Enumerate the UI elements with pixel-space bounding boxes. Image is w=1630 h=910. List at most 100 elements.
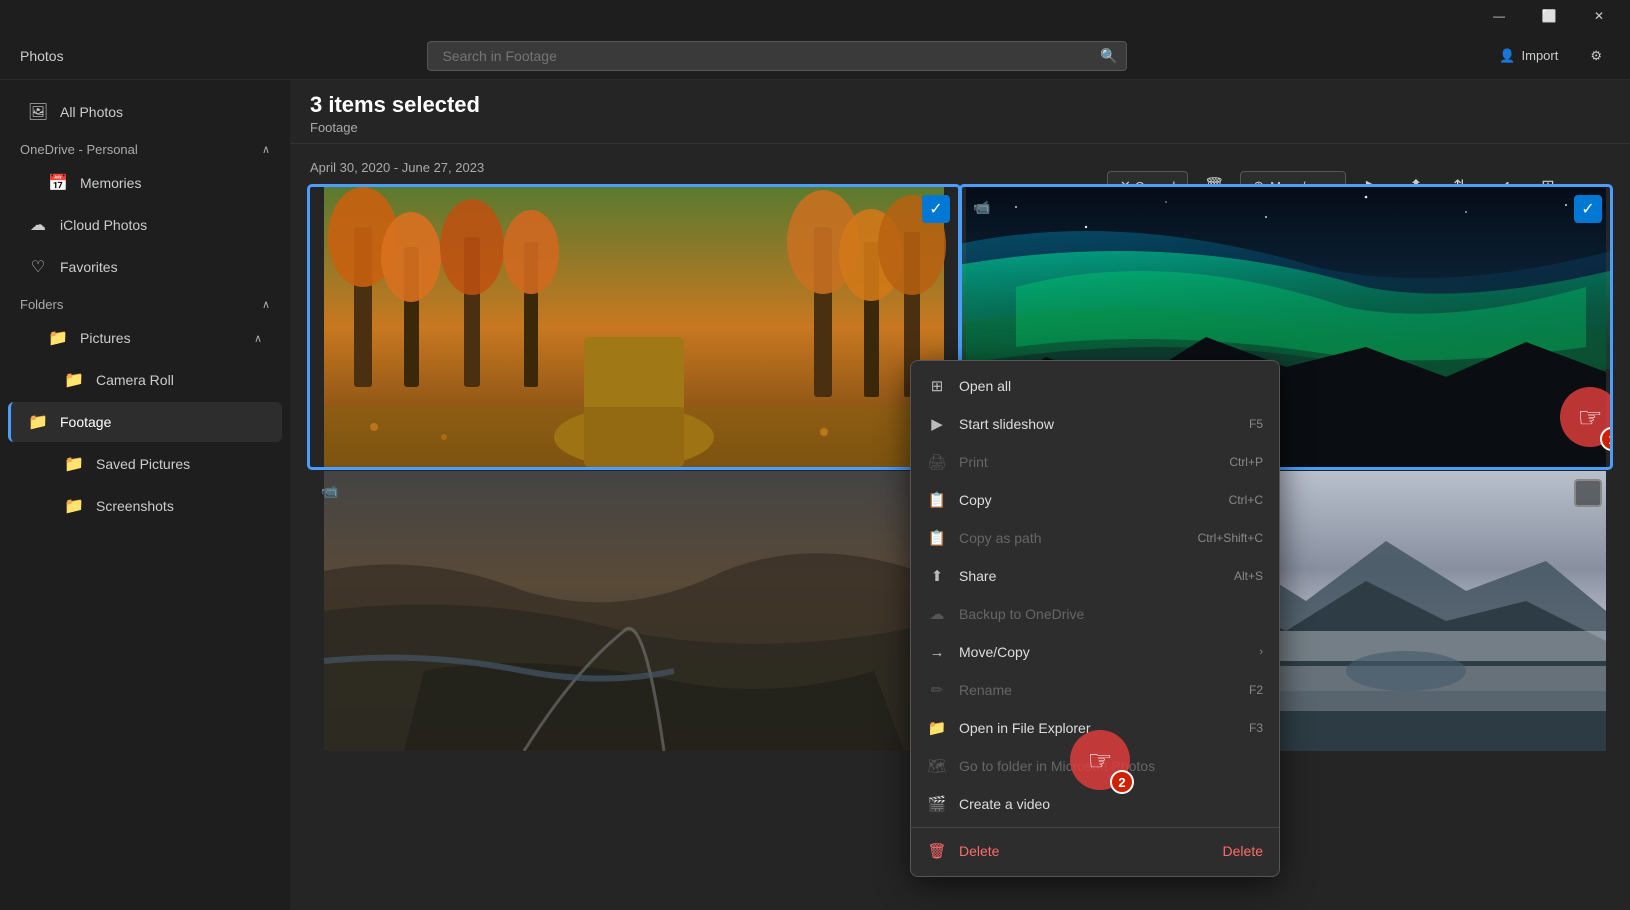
maximize-button[interactable]: ⬜ [1526, 0, 1572, 32]
search-container: 🔍 [427, 41, 1127, 71]
photo-item-1[interactable]: ✓ [310, 187, 958, 467]
menu-item-share[interactable]: ⬆ Share Alt+S [911, 557, 1279, 595]
search-input[interactable] [427, 41, 1127, 71]
app-main: 🖼 All Photos OneDrive - Personal ∧ 📅 Mem… [0, 80, 1630, 910]
delete-shortcut: Delete [1223, 843, 1263, 859]
import-button[interactable]: 👤 Import [1491, 44, 1566, 68]
folders-chevron-icon: ∧ [262, 298, 270, 311]
sidebar-item-label: Screenshots [96, 498, 174, 514]
app-title: Photos [20, 48, 64, 64]
sidebar-item-label: iCloud Photos [60, 217, 147, 233]
copy-path-icon: 📋 [927, 528, 947, 548]
sidebar-item-icloud[interactable]: ☁ iCloud Photos [8, 205, 282, 245]
copy-shortcut: Ctrl+C [1229, 493, 1263, 507]
go-to-folder-icon: 🗺 [927, 756, 947, 776]
menu-item-backup-label: Backup to OneDrive [959, 606, 1084, 622]
move-copy-menu-icon: → [927, 642, 947, 662]
menu-item-copy-label: Copy [959, 492, 992, 508]
delete-icon: 🗑 [927, 841, 947, 861]
selection-title: 3 items selected [310, 92, 480, 117]
menu-item-share-label: Share [959, 568, 996, 584]
context-menu: ⊞ Open all ▶ Start slideshow F5 🖨 Print … [910, 360, 1280, 877]
screenshots-icon: 📁 [64, 496, 84, 516]
menu-item-move-copy-label: Move/Copy [959, 644, 1030, 660]
sidebar-item-label: Favorites [60, 259, 118, 275]
sidebar-item-label: Camera Roll [96, 372, 174, 388]
menu-item-copy-path-label: Copy as path [959, 530, 1042, 546]
menu-item-rename: ✏ Rename F2 [911, 671, 1279, 709]
menu-item-file-explorer[interactable]: 📁 Open in File Explorer F3 [911, 709, 1279, 747]
titlebar: — ⬜ ✕ [0, 0, 1630, 32]
selection-bar: 3 items selected Footage [290, 80, 1630, 144]
menu-item-print: 🖨 Print Ctrl+P [911, 443, 1279, 481]
file-explorer-shortcut: F3 [1249, 721, 1263, 735]
sidebar: 🖼 All Photos OneDrive - Personal ∧ 📅 Mem… [0, 80, 290, 910]
sidebar-item-label: Memories [80, 175, 141, 191]
menu-item-move-copy[interactable]: → Move/Copy › [911, 633, 1279, 671]
menu-item-backup: ☁ Backup to OneDrive [911, 595, 1279, 633]
photo-item-3[interactable]: 📹 [310, 471, 958, 751]
onedrive-header[interactable]: OneDrive - Personal ∧ [0, 134, 290, 161]
folders-header[interactable]: Folders ∧ [0, 289, 290, 316]
sidebar-item-footage[interactable]: 📁 Footage [8, 402, 282, 442]
pictures-icon: 📁 [48, 328, 68, 348]
camera-roll-icon: 📁 [64, 370, 84, 390]
sidebar-item-all-photos[interactable]: 🖼 All Photos [8, 92, 282, 132]
menu-item-slideshow-label: Start slideshow [959, 416, 1054, 432]
menu-item-go-to-folder-label: Go to folder in Microsoft Photos [959, 758, 1155, 774]
memories-icon: 📅 [48, 173, 68, 193]
menu-item-delete[interactable]: 🗑 Delete Delete [911, 832, 1279, 870]
photo-uncheck-4[interactable] [1574, 479, 1602, 507]
sidebar-item-pictures[interactable]: 📁 Pictures ∧ [8, 318, 282, 358]
content-area: 3 items selected Footage ✕ Cancel 🗑 ⊕ Mo… [290, 80, 1630, 910]
photo-aerial-svg [310, 471, 958, 751]
menu-item-rename-label: Rename [959, 682, 1012, 698]
menu-item-create-video[interactable]: 🎬 Create a video [911, 785, 1279, 823]
sidebar-item-camera-roll[interactable]: 📁 Camera Roll [8, 360, 282, 400]
menu-item-go-to-folder: 🗺 Go to folder in Microsoft Photos [911, 747, 1279, 785]
sidebar-item-label: Pictures [80, 330, 131, 346]
sidebar-item-screenshots[interactable]: 📁 Screenshots [8, 486, 282, 526]
minimize-button[interactable]: — [1476, 0, 1522, 32]
sidebar-item-memories[interactable]: 📅 Memories [8, 163, 282, 203]
copy-icon: 📋 [927, 490, 947, 510]
create-video-icon: 🎬 [927, 794, 947, 814]
print-shortcut: Ctrl+P [1229, 455, 1263, 469]
rename-icon: ✏ [927, 680, 947, 700]
submenu-arrow-icon: › [1259, 646, 1263, 658]
sidebar-item-saved-pictures[interactable]: 📁 Saved Pictures [8, 444, 282, 484]
copy-path-shortcut: Ctrl+Shift+C [1198, 531, 1263, 545]
sidebar-item-label: All Photos [60, 104, 123, 120]
pictures-chevron-icon: ∧ [254, 332, 262, 345]
video-icon-3: 📹 [318, 479, 342, 503]
sidebar-item-label: Saved Pictures [96, 456, 190, 472]
menu-item-open-all[interactable]: ⊞ Open all [911, 367, 1279, 405]
menu-item-file-explorer-label: Open in File Explorer [959, 720, 1091, 736]
chevron-up-icon: ∧ [262, 143, 270, 156]
share-shortcut: Alt+S [1234, 569, 1263, 583]
slideshow-icon: ▶ [927, 414, 947, 434]
menu-item-slideshow[interactable]: ▶ Start slideshow F5 [911, 405, 1279, 443]
photo-check-1[interactable]: ✓ [922, 195, 950, 223]
settings-button[interactable]: ⚙ [1582, 44, 1610, 68]
photo-check-2[interactable]: ✓ [1574, 195, 1602, 223]
menu-item-create-video-label: Create a video [959, 796, 1050, 812]
sidebar-item-label: Footage [60, 414, 111, 430]
sidebar-item-favorites[interactable]: ♡ Favorites [8, 247, 282, 287]
close-button[interactable]: ✕ [1576, 0, 1622, 32]
header-actions: 👤 Import ⚙ [1491, 44, 1610, 68]
video-icon-2: 📹 [970, 195, 994, 219]
rename-shortcut: F2 [1249, 683, 1263, 697]
icloud-icon: ☁ [28, 215, 48, 235]
menu-item-copy[interactable]: 📋 Copy Ctrl+C [911, 481, 1279, 519]
top-bar: Photos 🔍 👤 Import ⚙ [0, 32, 1630, 80]
footage-icon: 📁 [28, 412, 48, 432]
photo-autumn-svg [310, 187, 958, 467]
share-menu-icon: ⬆ [927, 566, 947, 586]
menu-item-print-label: Print [959, 454, 988, 470]
file-explorer-icon: 📁 [927, 718, 947, 738]
slideshow-shortcut: F5 [1249, 417, 1263, 431]
settings-icon: ⚙ [1590, 48, 1602, 64]
menu-item-open-all-label: Open all [959, 378, 1011, 394]
print-icon: 🖨 [927, 452, 947, 472]
